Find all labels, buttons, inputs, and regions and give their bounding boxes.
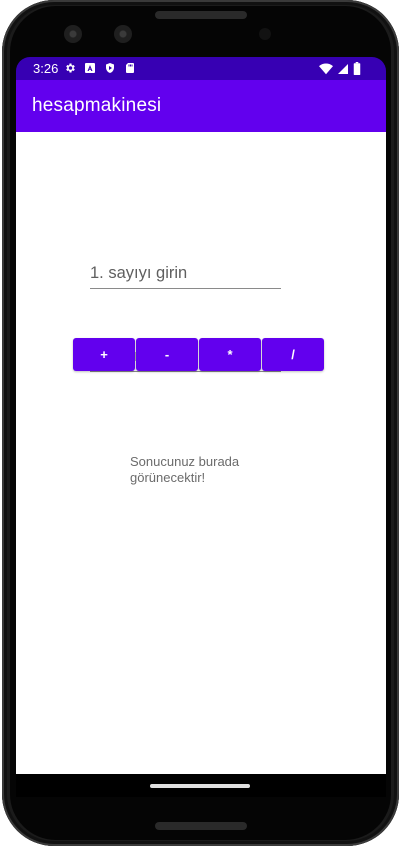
divide-button[interactable]: /: [262, 338, 324, 371]
bottom-speaker: [155, 822, 247, 830]
operation-buttons: + - * /: [73, 338, 324, 371]
first-number-input[interactable]: [90, 263, 281, 283]
battery-icon: [353, 62, 361, 75]
subtract-button[interactable]: -: [136, 338, 198, 371]
status-notification-icons: [64, 62, 136, 74]
top-speaker: [155, 11, 247, 19]
add-button[interactable]: +: [73, 338, 135, 371]
settings-icon: [64, 62, 76, 74]
result-text: Sonucunuz burada görünecektir!: [130, 454, 240, 485]
app-title: hesapmakinesi: [32, 95, 162, 116]
device-screen: 3:26 hesapmakinesi 1. sayıyı girin 2. sa…: [16, 57, 386, 797]
status-bar: 3:26: [16, 57, 386, 80]
navigation-bar: [16, 774, 386, 797]
wifi-icon: [319, 62, 333, 75]
sd-card-icon: [124, 62, 136, 74]
shield-icon: [104, 62, 116, 74]
home-gesture-handle[interactable]: [150, 784, 250, 788]
status-system-icons: [319, 62, 361, 75]
phone-frame: 3:26 hesapmakinesi 1. sayıyı girin 2. sa…: [0, 0, 401, 846]
accessibility-icon: [84, 62, 96, 74]
proximity-sensor: [259, 28, 271, 40]
front-camera-icon: [64, 25, 82, 43]
signal-icon: [337, 63, 349, 75]
app-bar: hesapmakinesi: [16, 80, 386, 132]
calculator-content: + - * / Sonucunuz burada görünecektir!: [16, 132, 386, 774]
first-number-field[interactable]: [90, 258, 281, 289]
front-camera-icon: [114, 25, 132, 43]
multiply-button[interactable]: *: [199, 338, 261, 371]
status-time: 3:26: [33, 61, 59, 76]
